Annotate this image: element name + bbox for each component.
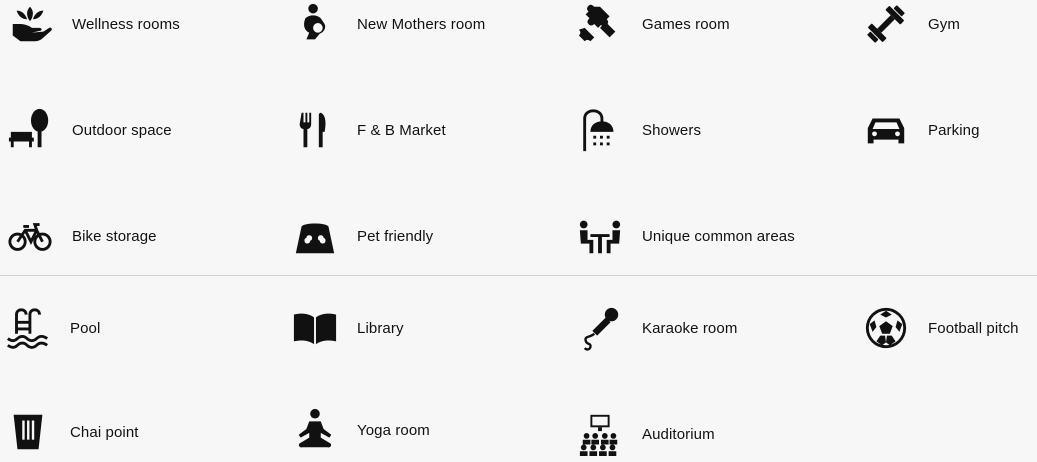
amenity-wellness-rooms: Wellness rooms <box>4 0 180 52</box>
amenity-chai-point: Chai point <box>2 404 139 460</box>
amenity-pet-friendly: Pet friendly <box>289 208 433 264</box>
amenity-label: Football pitch <box>928 319 1019 337</box>
pool-icon <box>2 302 54 354</box>
amenity-karaoke-room: Karaoke room <box>574 300 737 356</box>
amenity-bike-storage: Bike storage <box>4 208 157 264</box>
amenity-label: Games room <box>642 15 730 33</box>
amenity-fb-market: F & B Market <box>289 102 446 158</box>
shower-icon <box>574 104 626 156</box>
amenity-label: Showers <box>642 121 702 139</box>
puzzle-icon <box>574 0 626 50</box>
amenity-label: New Mothers room <box>357 15 486 33</box>
amenity-showers: Showers <box>574 102 701 158</box>
amenity-label: Outdoor space <box>72 121 172 139</box>
people-table-icon <box>574 210 626 262</box>
amenity-label: Unique common areas <box>642 227 795 245</box>
amenity-label: Pet friendly <box>357 227 434 245</box>
lotus-hand-icon <box>4 0 56 50</box>
fork-knife-icon <box>289 104 341 156</box>
microphone-icon <box>574 302 626 354</box>
car-icon <box>860 104 912 156</box>
mother-baby-icon <box>289 0 341 50</box>
football-icon <box>860 302 912 354</box>
amenity-label: Wellness rooms <box>72 15 180 33</box>
amenity-parking: Parking <box>860 102 980 158</box>
amenity-label: F & B Market <box>357 121 446 139</box>
dumbbell-icon <box>860 0 912 50</box>
amenity-games-room: Games room <box>574 0 730 52</box>
amenity-new-mothers-room: New Mothers room <box>289 0 485 52</box>
amenity-yoga-room: Yoga room <box>289 402 430 458</box>
section-divider <box>0 275 1037 276</box>
bicycle-icon <box>4 210 56 262</box>
amenity-unique-common-areas: Unique common areas <box>574 208 795 264</box>
amenity-pool: Pool <box>2 300 100 356</box>
cup-icon <box>2 406 54 458</box>
amenity-label: Karaoke room <box>642 319 738 337</box>
yoga-icon <box>289 404 341 456</box>
amenity-football-pitch: Football pitch <box>860 300 1019 356</box>
amenity-label: Library <box>357 319 404 337</box>
amenity-gym: Gym <box>860 0 960 52</box>
amenity-label: Chai point <box>70 423 139 441</box>
book-icon <box>289 302 341 354</box>
amenity-library: Library <box>289 300 404 356</box>
pet-bowl-icon <box>289 210 341 262</box>
amenity-label: Yoga room <box>357 421 430 439</box>
amenity-label: Gym <box>928 15 960 33</box>
amenity-label: Auditorium <box>642 425 715 443</box>
amenity-label: Bike storage <box>72 227 157 245</box>
auditorium-icon <box>574 408 626 460</box>
bench-tree-icon <box>4 104 56 156</box>
amenity-label: Parking <box>928 121 980 139</box>
amenity-outdoor-space: Outdoor space <box>4 102 172 158</box>
amenity-label: Pool <box>70 319 101 337</box>
